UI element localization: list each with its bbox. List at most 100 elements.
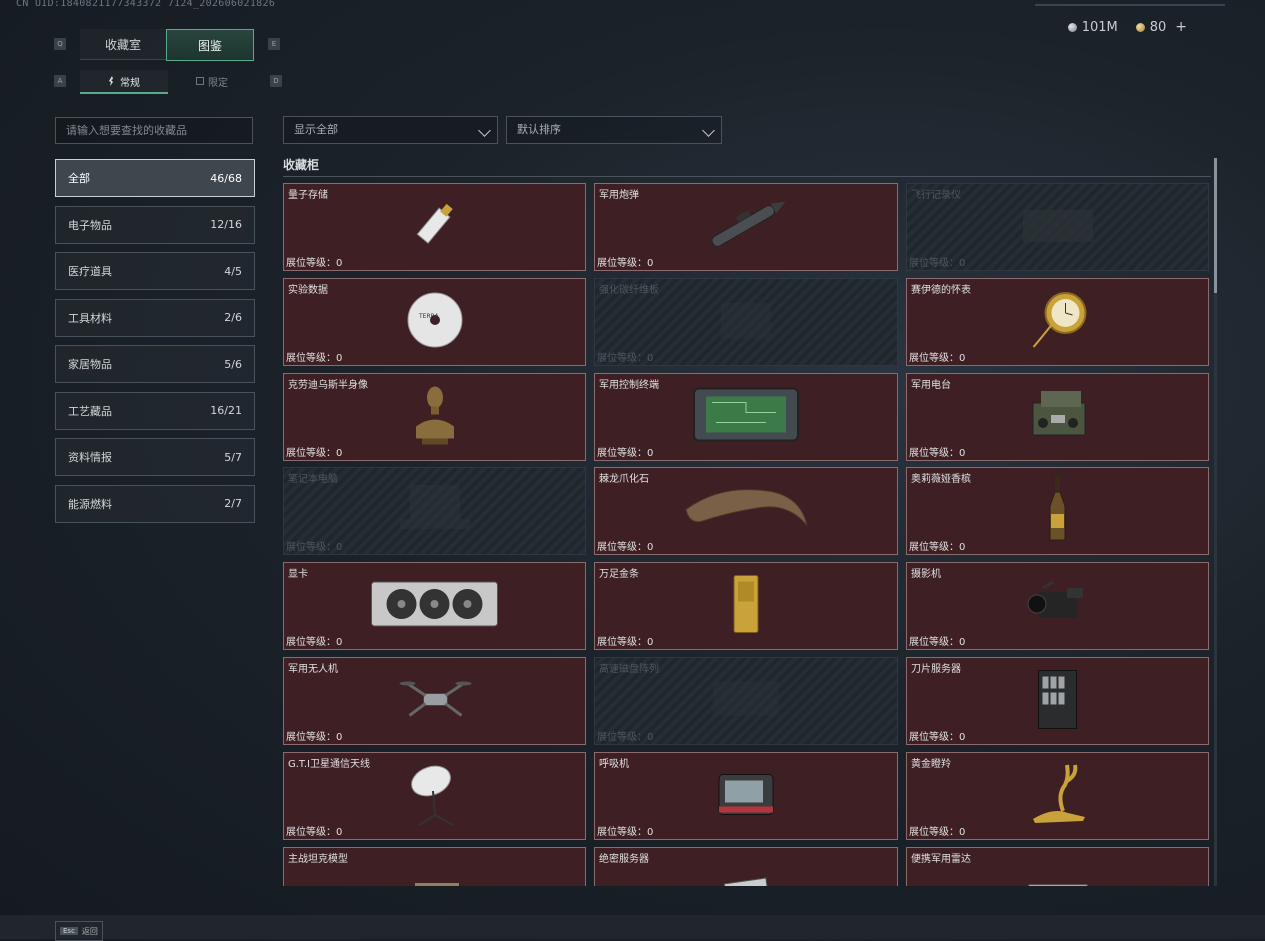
item-level-label: 展位等级：	[909, 258, 959, 269]
item-level-label: 展位等级：	[597, 826, 647, 838]
item-level-value: 0	[336, 637, 343, 649]
collection-item-card[interactable]: 万足金条 展位等级：0	[594, 562, 898, 651]
disc-icon: TERRA	[405, 290, 465, 354]
tab-collection-room[interactable]: 收藏室	[80, 29, 166, 60]
collection-item-card[interactable]: 军用炮弹 展位等级：0	[594, 183, 898, 271]
item-name: 飞行记录仪	[911, 190, 961, 201]
category-name: 家居物品	[68, 358, 112, 371]
collection-item-card[interactable]: 赛伊德的怀表 展位等级：0	[906, 277, 1209, 366]
collection-item-card[interactable]: 奥莉薇娅香槟 展位等级：0	[906, 467, 1209, 556]
item-name: 摄影机	[911, 569, 941, 581]
collection-item-card[interactable]: G.T.I卫星通信天线 展位等级：0	[283, 751, 586, 840]
category-name: 医疗道具	[68, 265, 112, 278]
category-item-tools[interactable]: 工具材料 2/6	[55, 298, 255, 337]
collection-item-card[interactable]: 绝密服务器	[594, 846, 898, 886]
item-level: 展位等级：0	[909, 444, 965, 459]
subtab-limited[interactable]: 限定	[168, 70, 256, 92]
subtab-regular[interactable]: 常规	[80, 70, 168, 94]
item-name: 棘龙爪化石	[599, 474, 649, 486]
item-name: 黄金瞪羚	[911, 758, 951, 770]
esc-key-hint: Esc	[60, 927, 78, 935]
item-level-value: 0	[647, 731, 654, 743]
add-currency-button[interactable]: +	[1175, 19, 1187, 35]
category-item-intel[interactable]: 资料情报 5/7	[55, 438, 255, 476]
category-item-household[interactable]: 家居物品 5/6	[55, 345, 255, 383]
collection-item-card[interactable]: 量子存储 展位等级：0	[283, 183, 586, 271]
secret-server-icon	[716, 869, 776, 886]
collection-item-card[interactable]: 便携军用雷达	[906, 846, 1209, 886]
item-name: 呼吸机	[599, 758, 629, 770]
category-item-electronics[interactable]: 电子物品 12/16	[55, 205, 255, 244]
item-level-label: 展位等级：	[597, 637, 647, 649]
category-name: 全部	[68, 172, 90, 185]
artillery-shell-icon	[696, 195, 796, 259]
pocket-watch-icon	[1025, 285, 1090, 359]
item-level-value: 0	[647, 637, 654, 649]
scrollbar-thumb[interactable]	[1214, 158, 1217, 293]
collection-item-card[interactable]: 强化碳纤维板 展位等级：0	[594, 277, 898, 366]
tab-codex[interactable]: 图鉴	[166, 29, 254, 61]
gold-currency[interactable]: 80 +	[1135, 19, 1187, 35]
collection-item-card[interactable]: 主战坦克模型	[283, 846, 586, 886]
collection-item-card[interactable]: 呼吸机展位等级：0	[594, 751, 898, 840]
item-name: 便携军用雷达	[911, 853, 971, 865]
item-level-label: 展位等级：	[909, 447, 959, 459]
category-item-medical[interactable]: 医疗道具 4/5	[55, 252, 255, 290]
disk-array-icon	[701, 671, 791, 730]
collection-item-card[interactable]: 黄金瞪羚 展位等级：0	[906, 751, 1209, 840]
section-title: 收藏柜	[283, 158, 320, 172]
drone-icon	[397, 671, 472, 730]
item-level-value: 0	[336, 542, 343, 554]
flight-recorder-icon	[1013, 200, 1103, 254]
filter-dropdown[interactable]: 显示全部	[283, 116, 498, 144]
collection-item-card[interactable]: 笔记本电脑 展位等级：0	[283, 467, 586, 556]
item-level-value: 0	[959, 637, 966, 649]
category-count: 5/6	[224, 357, 242, 371]
item-name: 军用无人机	[288, 663, 338, 675]
item-level-value: 0	[959, 352, 966, 364]
item-name: 量子存储	[288, 190, 328, 201]
collection-item-card[interactable]: 飞行记录仪 展位等级：0	[906, 183, 1209, 271]
back-button[interactable]: Esc 返回	[55, 921, 103, 941]
collection-item-card[interactable]: 高速磁盘阵列 展位等级：0	[594, 656, 898, 745]
item-level-value: 0	[959, 447, 966, 459]
key-hint-d: D	[270, 75, 282, 87]
collection-item-card[interactable]: 摄影机展位等级：0	[906, 562, 1209, 651]
category-item-all[interactable]: 全部 46/68	[55, 159, 255, 197]
category-count: 12/16	[210, 218, 242, 231]
section-divider	[283, 176, 1211, 177]
category-name: 工艺藏品	[68, 404, 112, 418]
regular-tab-icon	[109, 76, 113, 86]
collection-item-card[interactable]: 克劳迪乌斯半身像 展位等级：0	[283, 372, 586, 461]
category-item-energy[interactable]: 能源燃料 2/7	[55, 484, 255, 523]
collection-item-card[interactable]: 棘龙爪化石 展位等级：0	[594, 467, 898, 556]
item-level: 展位等级：0	[286, 728, 342, 743]
item-level-value: 0	[336, 447, 343, 459]
gold-gazelle-icon	[1023, 759, 1093, 833]
collection-item-card[interactable]: 显卡 展位等级：0	[283, 562, 586, 651]
sort-dropdown[interactable]: 默认排序	[506, 116, 722, 144]
collection-item-card[interactable]: 军用控制终端 展位等级：0	[594, 372, 898, 461]
search-input[interactable]: 请输入想要查找的收藏品	[55, 117, 253, 144]
category-item-crafts[interactable]: 工艺藏品 16/21	[55, 391, 255, 430]
usb-drive-icon	[405, 198, 465, 257]
item-level: 展位等级：0	[909, 728, 965, 743]
item-level-value: 0	[647, 447, 654, 459]
collection-grid: 量子存储 展位等级：0 军用炮弹 展位等级：0 飞行记录仪 展位等级：0 实验数据 TERRA…	[283, 183, 1209, 886]
blade-server-icon	[1030, 666, 1085, 735]
item-name: 赛伊德的怀表	[911, 284, 971, 296]
item-level-label: 展位等级：	[909, 637, 959, 649]
limited-tab-icon	[196, 77, 204, 85]
gold-amount: 80	[1149, 19, 1167, 35]
collection-item-card[interactable]: 实验数据 TERRA 展位等级：0	[283, 277, 586, 366]
collection-item-card[interactable]: 军用无人机展位等级：0	[283, 656, 586, 745]
collection-item-card[interactable]: 刀片服务器展位等级：0	[906, 656, 1209, 745]
item-level: 展位等级：0	[597, 823, 653, 838]
item-level: 展位等级：0	[597, 444, 653, 459]
item-level: 展位等级：0	[597, 349, 653, 364]
radio-icon	[1023, 385, 1093, 449]
collection-item-card[interactable]: 军用电台 展位等级：0	[906, 372, 1209, 461]
item-level-value: 0	[959, 542, 966, 554]
item-level: 展位等级：0	[597, 254, 653, 269]
item-name: 刀片服务器	[911, 663, 961, 675]
